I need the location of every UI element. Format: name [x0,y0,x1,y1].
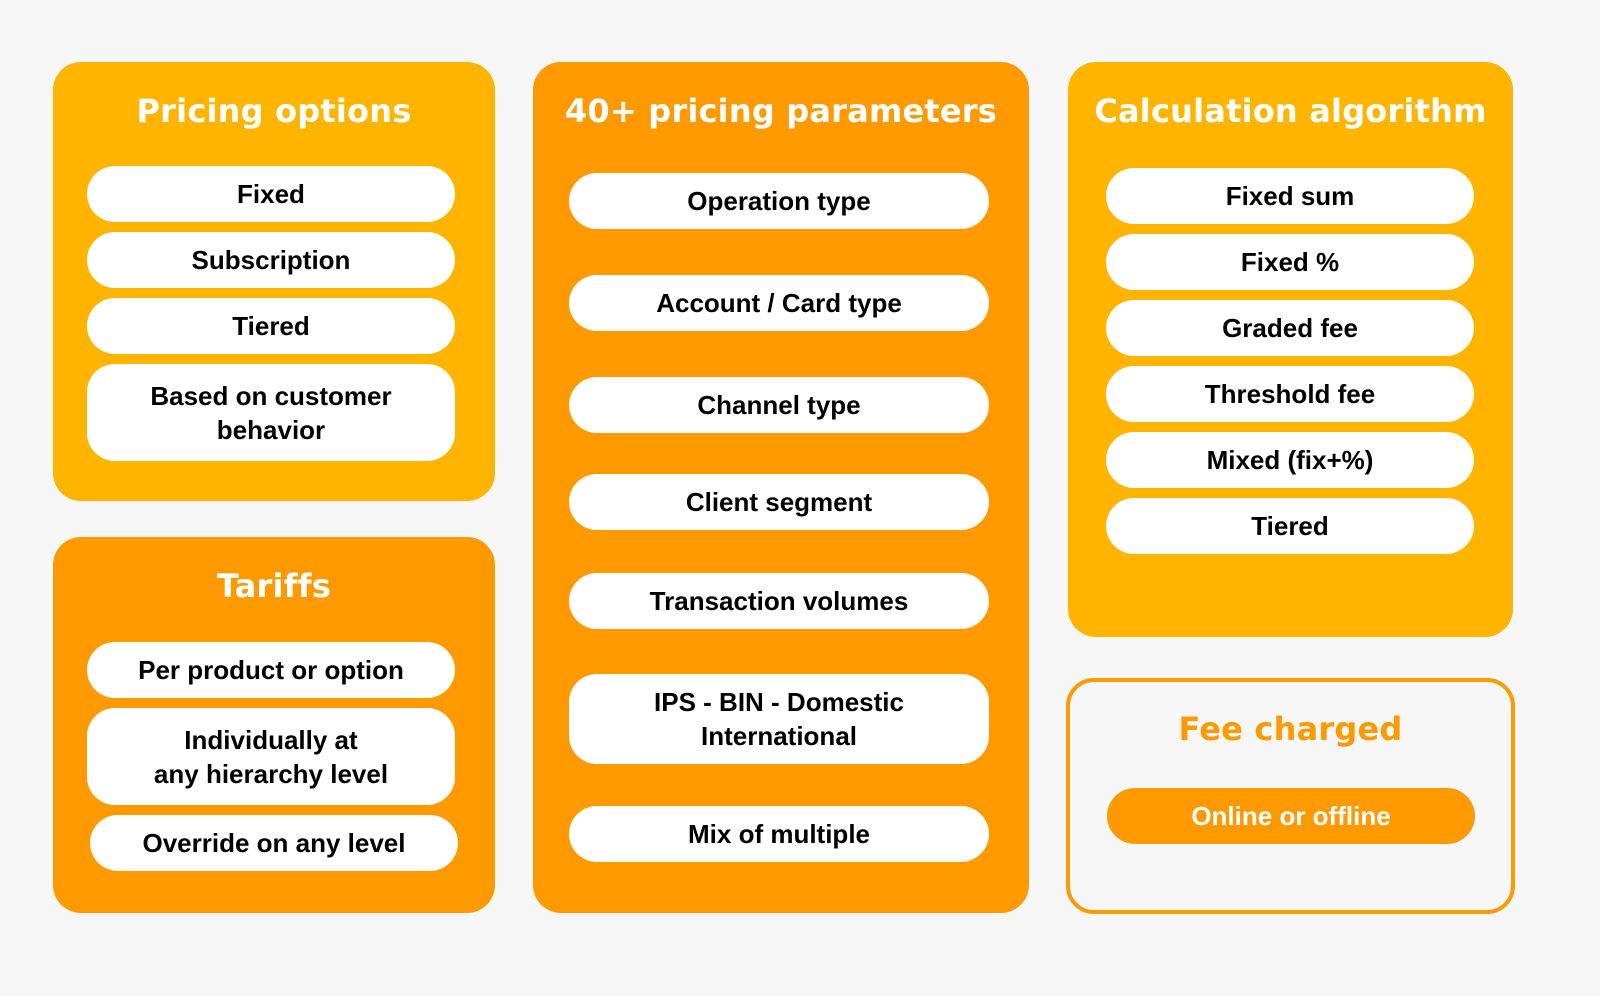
fee-charged-panel: Fee charged Online or offline [1066,678,1515,914]
tariff-individually[interactable]: Individually at any hierarchy level [87,708,455,805]
pricing-option-subscription[interactable]: Subscription [87,232,455,288]
tariffs-panel: Tariffs Per product or option Individual… [53,537,495,913]
algorithm-tiered[interactable]: Tiered [1106,498,1474,554]
algorithm-threshold-fee[interactable]: Threshold fee [1106,366,1474,422]
calculation-algorithm-panel: Calculation algorithm Fixed sum Fixed % … [1068,62,1513,637]
calculation-algorithm-title: Calculation algorithm [1094,92,1487,130]
parameter-operation-type[interactable]: Operation type [569,173,989,229]
parameter-client-segment[interactable]: Client segment [569,474,989,530]
fee-charged-title: Fee charged [1178,710,1403,748]
tariff-per-product[interactable]: Per product or option [87,642,455,698]
pricing-options-panel: Pricing options Fixed Subscription Tiere… [53,62,495,501]
algorithm-graded-fee[interactable]: Graded fee [1106,300,1474,356]
pricing-parameters-title: 40+ pricing parameters [564,92,998,130]
tariff-override[interactable]: Override on any level [90,815,458,871]
parameter-account-card-type[interactable]: Account / Card type [569,275,989,331]
parameter-transaction-volumes[interactable]: Transaction volumes [569,573,989,629]
pricing-option-fixed[interactable]: Fixed [87,166,455,222]
parameter-mix-of-multiple[interactable]: Mix of multiple [569,806,989,862]
pricing-option-customer-behavior[interactable]: Based on customer behavior [87,364,455,461]
pricing-parameters-panel: 40+ pricing parameters Operation type Ac… [533,62,1029,913]
tariffs-title: Tariffs [216,567,332,605]
algorithm-mixed[interactable]: Mixed (fix+%) [1106,432,1474,488]
parameter-ips-bin[interactable]: IPS - BIN - Domestic International [569,674,989,764]
pricing-options-title: Pricing options [136,92,412,130]
algorithm-fixed-percent[interactable]: Fixed % [1106,234,1474,290]
algorithm-fixed-sum[interactable]: Fixed sum [1106,168,1474,224]
fee-online-offline[interactable]: Online or offline [1107,788,1475,844]
parameter-channel-type[interactable]: Channel type [569,377,989,433]
pricing-option-tiered[interactable]: Tiered [87,298,455,354]
